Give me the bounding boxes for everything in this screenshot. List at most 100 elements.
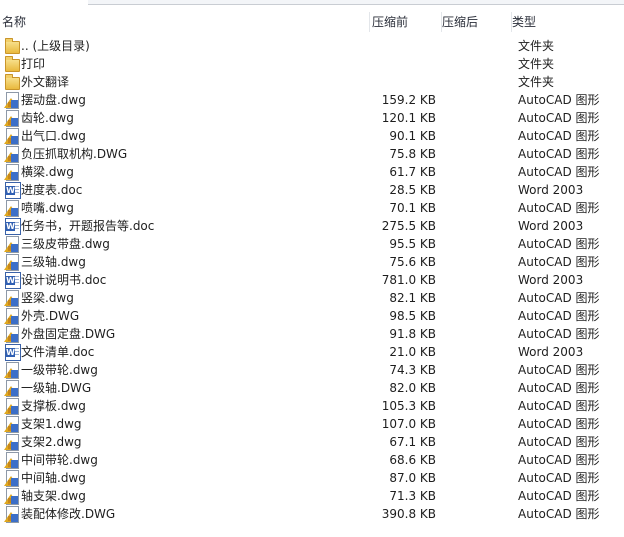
column-header-row: 名称 压缩前 压缩后 类型 [0, 9, 624, 35]
column-header-name-label: 名称 [2, 15, 27, 29]
file-name: 设计说明书.doc [21, 273, 107, 287]
file-name: 进度表.doc [21, 183, 83, 197]
dwg-file-icon [4, 398, 20, 415]
file-size: 28.5 KB [389, 183, 436, 197]
file-row[interactable]: 外盘固定盘.DWG 91.8 KB AutoCAD 图形 [0, 325, 624, 343]
file-type: Word 2003 [518, 345, 584, 359]
file-row[interactable]: 轴支架.dwg 71.3 KB AutoCAD 图形 [0, 487, 624, 505]
file-type: Word 2003 [518, 273, 584, 287]
file-type: AutoCAD 图形 [518, 453, 600, 467]
file-row[interactable]: 喷嘴.dwg 70.1 KB AutoCAD 图形 [0, 199, 624, 217]
file-row[interactable]: 中间轴.dwg 87.0 KB AutoCAD 图形 [0, 469, 624, 487]
file-type: AutoCAD 图形 [518, 399, 600, 413]
file-row[interactable]: 齿轮.dwg 120.1 KB AutoCAD 图形 [0, 109, 624, 127]
dwg-file-icon [4, 146, 20, 163]
file-row[interactable]: 外文翻译 文件夹 [0, 73, 624, 91]
file-name: 摆动盘.dwg [21, 93, 86, 107]
file-row[interactable]: 装配体修改.DWG 390.8 KB AutoCAD 图形 [0, 505, 624, 523]
file-name: 一级轴.DWG [21, 381, 92, 395]
file-size: 74.3 KB [389, 363, 436, 377]
file-size: 390.8 KB [381, 507, 436, 521]
file-size: 70.1 KB [389, 201, 436, 215]
file-type: AutoCAD 图形 [518, 489, 600, 503]
file-name: 支架1.dwg [21, 417, 82, 431]
file-row[interactable]: 横梁.dwg 61.7 KB AutoCAD 图形 [0, 163, 624, 181]
file-size: 120.1 KB [381, 111, 436, 125]
file-size: 75.8 KB [389, 147, 436, 161]
file-row[interactable]: 竖梁.dwg 82.1 KB AutoCAD 图形 [0, 289, 624, 307]
file-row[interactable]: 支架1.dwg 107.0 KB AutoCAD 图形 [0, 415, 624, 433]
file-type: 文件夹 [518, 75, 555, 89]
file-name: 三级皮带盘.dwg [21, 237, 110, 251]
file-row[interactable]: 负压抓取机构.DWG 75.8 KB AutoCAD 图形 [0, 145, 624, 163]
file-name: 装配体修改.DWG [21, 507, 116, 521]
file-name: 三级轴.dwg [21, 255, 86, 269]
dwg-file-icon [4, 506, 20, 523]
file-row[interactable]: 三级皮带盘.dwg 95.5 KB AutoCAD 图形 [0, 235, 624, 253]
folder-icon [4, 38, 20, 54]
file-name: 外壳.DWG [21, 309, 80, 323]
dwg-file-icon [4, 416, 20, 433]
file-type: AutoCAD 图形 [518, 147, 600, 161]
dwg-file-icon [4, 236, 20, 253]
folder-icon [4, 56, 20, 72]
file-row[interactable]: 外壳.DWG 98.5 KB AutoCAD 图形 [0, 307, 624, 325]
dwg-file-icon [4, 308, 20, 325]
file-row[interactable]: 打印 文件夹 [0, 55, 624, 73]
column-header-type[interactable]: 类型 [508, 9, 624, 35]
dwg-file-icon [4, 110, 20, 127]
file-row[interactable]: 支架2.dwg 67.1 KB AutoCAD 图形 [0, 433, 624, 451]
dwg-file-icon [4, 470, 20, 487]
file-size: 159.2 KB [381, 93, 436, 107]
file-type: Word 2003 [518, 183, 584, 197]
file-type: AutoCAD 图形 [518, 435, 600, 449]
column-header-type-label: 类型 [512, 15, 537, 29]
file-type: AutoCAD 图形 [518, 417, 600, 431]
file-size: 107.0 KB [381, 417, 436, 431]
file-row[interactable]: 支撑板.dwg 105.3 KB AutoCAD 图形 [0, 397, 624, 415]
file-name: 支架2.dwg [21, 435, 82, 449]
file-row[interactable]: 中间带轮.dwg 68.6 KB AutoCAD 图形 [0, 451, 624, 469]
column-header-original-size[interactable]: 压缩前 [368, 9, 442, 35]
file-name: 齿轮.dwg [21, 111, 74, 125]
file-size: 21.0 KB [389, 345, 436, 359]
file-row[interactable]: W 文件清单.doc 21.0 KB Word 2003 [0, 343, 624, 361]
file-size: 105.3 KB [381, 399, 436, 413]
file-row[interactable]: 一级轴.DWG 82.0 KB AutoCAD 图形 [0, 379, 624, 397]
file-name: 外文翻译 [21, 75, 70, 89]
file-row[interactable]: W 任务书，开题报告等.doc 275.5 KB Word 2003 [0, 217, 624, 235]
file-row[interactable]: 一级带轮.dwg 74.3 KB AutoCAD 图形 [0, 361, 624, 379]
file-row[interactable]: W 设计说明书.doc 781.0 KB Word 2003 [0, 271, 624, 289]
file-name: 喷嘴.dwg [21, 201, 74, 215]
file-row[interactable]: 出气口.dwg 90.1 KB AutoCAD 图形 [0, 127, 624, 145]
file-row[interactable]: W 进度表.doc 28.5 KB Word 2003 [0, 181, 624, 199]
file-size: 87.0 KB [389, 471, 436, 485]
file-name: 一级带轮.dwg [21, 363, 98, 377]
file-name: 中间带轮.dwg [21, 453, 98, 467]
file-name: 轴支架.dwg [21, 489, 86, 503]
dwg-file-icon [4, 200, 20, 217]
file-size: 71.3 KB [389, 489, 436, 503]
file-row[interactable]: 三级轴.dwg 75.6 KB AutoCAD 图形 [0, 253, 624, 271]
file-size: 82.0 KB [389, 381, 436, 395]
file-row[interactable]: .. (上级目录) 文件夹 [0, 37, 624, 55]
file-name: 横梁.dwg [21, 165, 74, 179]
file-type: AutoCAD 图形 [518, 507, 600, 521]
file-type: AutoCAD 图形 [518, 255, 600, 269]
column-header-compressed-size[interactable]: 压缩后 [438, 9, 512, 35]
address-bar-edge [88, 0, 624, 5]
dwg-file-icon [4, 452, 20, 469]
file-row[interactable]: 摆动盘.dwg 159.2 KB AutoCAD 图形 [0, 91, 624, 109]
file-name: 出气口.dwg [21, 129, 86, 143]
file-size: 90.1 KB [389, 129, 436, 143]
dwg-file-icon [4, 380, 20, 397]
file-type: AutoCAD 图形 [518, 165, 600, 179]
file-size: 95.5 KB [389, 237, 436, 251]
file-type: AutoCAD 图形 [518, 381, 600, 395]
word-doc-icon: W [4, 344, 21, 361]
file-type: AutoCAD 图形 [518, 363, 600, 377]
file-name: 负压抓取机构.DWG [21, 147, 128, 161]
file-type: AutoCAD 图形 [518, 237, 600, 251]
column-header-name[interactable]: 名称 [0, 9, 370, 35]
file-size: 68.6 KB [389, 453, 436, 467]
